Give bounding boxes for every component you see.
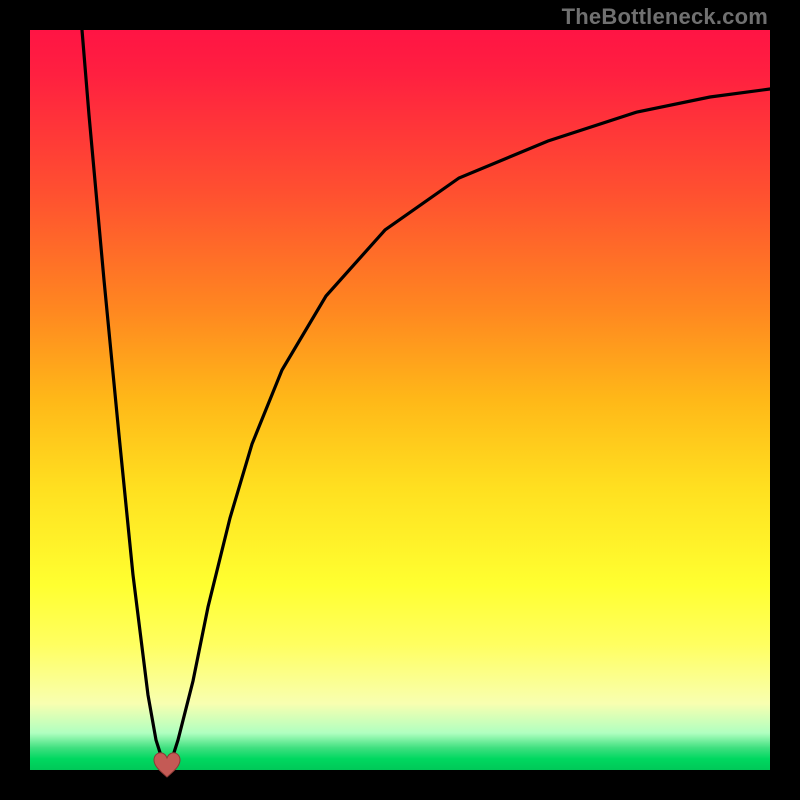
curve-right-branch xyxy=(167,89,770,770)
heart-icon xyxy=(153,752,181,778)
heart-shape xyxy=(154,753,180,777)
watermark-label: TheBottleneck.com xyxy=(562,4,768,30)
curve-left-branch xyxy=(82,30,167,770)
chart-plot-area xyxy=(30,30,770,770)
bottleneck-curve xyxy=(30,30,770,770)
